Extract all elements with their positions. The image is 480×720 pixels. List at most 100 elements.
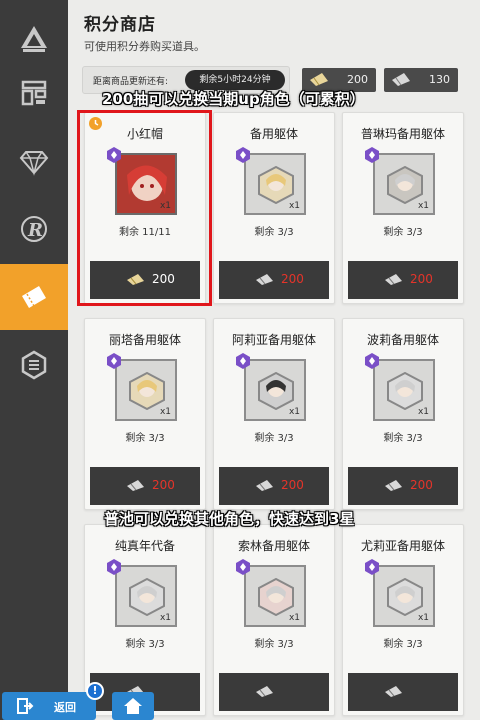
item-name: 阿莉亚备用躯体 — [231, 333, 316, 347]
item-name: 索林备用躯体 — [237, 539, 310, 553]
character-hex-icon — [387, 166, 423, 204]
item-stock: 剩余 3/3 — [383, 433, 423, 444]
shop-item-card[interactable]: 丽塔备用躯体 x1 剩余 3/3 200 — [84, 318, 206, 510]
item-portrait: x1 — [107, 559, 177, 627]
timer-label: 距离商品更新还有: — [93, 77, 169, 87]
shop-item-card[interactable]: 尤莉亚备用躯体 x1 剩余 3/3 — [342, 524, 464, 716]
item-quantity: x1 — [288, 201, 300, 211]
item-price: 200 — [152, 478, 175, 492]
sidebar-item-building[interactable] — [0, 60, 68, 126]
item-name: 波莉备用躯体 — [366, 333, 439, 347]
item-stock: 剩余 3/3 — [125, 639, 165, 650]
sidebar-item-r[interactable]: R — [0, 196, 68, 262]
item-portrait: x1 — [365, 353, 435, 421]
chip-icon — [256, 274, 273, 285]
item-quantity: x1 — [288, 407, 300, 417]
exit-icon — [17, 698, 34, 714]
item-stock: 剩余 3/3 — [383, 227, 423, 238]
character-hex-icon — [258, 372, 294, 410]
item-quantity: x1 — [417, 201, 429, 211]
currency-chip-value: 130 — [429, 73, 450, 86]
rarity-badge-icon — [107, 559, 121, 575]
item-name: 备用躯体 — [249, 127, 298, 141]
item-stock: 剩余 3/3 — [254, 433, 294, 444]
item-portrait: x1 — [236, 559, 306, 627]
chip-icon — [385, 480, 402, 491]
item-buy-button[interactable]: 200 — [348, 261, 458, 299]
page-subtitle: 可使用积分券购买道具。 — [84, 40, 205, 53]
building-icon — [21, 80, 47, 106]
tower-icon — [21, 26, 47, 52]
currency-chip: 130 — [384, 68, 458, 92]
back-label: 返回 — [54, 701, 76, 714]
rarity-badge-icon — [236, 353, 250, 369]
item-portrait: x1 — [365, 147, 435, 215]
item-quantity: x1 — [159, 613, 171, 623]
annotation-bottom: 普池可以兑换其他角色，快速达到3星 — [104, 510, 355, 528]
sidebar: R — [0, 0, 68, 720]
chip-icon — [385, 686, 402, 697]
rarity-badge-icon — [365, 147, 379, 163]
item-portrait: x1 — [236, 147, 306, 215]
chip-icon — [392, 73, 410, 86]
page-title: 积分商店 — [84, 15, 156, 35]
home-icon — [124, 698, 142, 714]
ticket-icon — [22, 286, 46, 308]
item-price: 200 — [410, 272, 433, 286]
sidebar-item-shop[interactable] — [0, 264, 68, 330]
diamond-icon — [19, 151, 49, 176]
annotation-top: 200抽可以兑换当期up角色（可累积） — [102, 90, 365, 108]
hex-badge-icon — [21, 350, 47, 380]
rarity-badge-icon — [107, 353, 121, 369]
item-stock: 剩余 3/3 — [254, 227, 294, 238]
currency-ticket-value: 200 — [347, 73, 368, 86]
timer-value: 剩余5小时24分钟 — [185, 70, 285, 90]
home-button[interactable] — [112, 692, 154, 720]
item-buy-button[interactable]: 200 — [219, 261, 329, 299]
item-portrait: x1 — [236, 353, 306, 421]
character-hex-icon — [258, 166, 294, 204]
item-buy-button[interactable]: 200 — [90, 467, 200, 505]
item-name: 普琳玛备用躯体 — [360, 127, 445, 141]
character-hex-icon — [129, 578, 165, 616]
chip-icon — [385, 274, 402, 285]
back-button[interactable]: 返回 — [2, 692, 96, 720]
shop-item-card[interactable]: 阿莉亚备用躯体 x1 剩余 3/3 200 — [213, 318, 335, 510]
character-hex-icon — [258, 578, 294, 616]
info-badge[interactable]: ! — [86, 682, 104, 700]
item-buy-button[interactable]: 200 — [219, 467, 329, 505]
rarity-badge-icon — [236, 147, 250, 163]
item-buy-button[interactable] — [348, 673, 458, 711]
item-quantity: x1 — [417, 407, 429, 417]
character-hex-icon — [387, 372, 423, 410]
rarity-badge-icon — [365, 353, 379, 369]
character-hex-icon — [387, 578, 423, 616]
r-logo-icon: R — [21, 216, 47, 242]
chip-icon — [256, 686, 273, 697]
rarity-badge-icon — [365, 559, 379, 575]
item-name: 尤莉亚备用躯体 — [360, 539, 445, 553]
app-root: R 积分商店 可使用积分券购买道具。 距离商品更新还有: 剩余5小时24分钟 2… — [0, 0, 480, 720]
item-portrait: x1 — [107, 353, 177, 421]
item-quantity: x1 — [288, 613, 300, 623]
ticket-icon — [310, 73, 328, 86]
svg-text:R: R — [27, 220, 43, 241]
item-quantity: x1 — [417, 613, 429, 623]
item-name: 纯真年代备 — [114, 539, 175, 553]
shop-item-card[interactable]: 波莉备用躯体 x1 剩余 3/3 200 — [342, 318, 464, 510]
shop-item-card[interactable]: 备用躯体 x1 剩余 3/3 200 — [213, 112, 335, 304]
item-stock: 剩余 3/3 — [125, 433, 165, 444]
item-buy-button[interactable]: 200 — [348, 467, 458, 505]
rarity-badge-icon — [236, 559, 250, 575]
chip-icon — [256, 480, 273, 491]
character-hex-icon — [129, 372, 165, 410]
item-buy-button[interactable] — [219, 673, 329, 711]
shop-item-card[interactable]: 普琳玛备用躯体 x1 剩余 3/3 200 — [342, 112, 464, 304]
highlight-box — [77, 110, 212, 306]
item-stock: 剩余 3/3 — [383, 639, 423, 650]
shop-item-card[interactable]: 索林备用躯体 x1 剩余 3/3 — [213, 524, 335, 716]
sidebar-item-hex[interactable] — [0, 332, 68, 398]
item-price: 200 — [281, 478, 304, 492]
chip-icon — [127, 480, 144, 491]
sidebar-item-diamond[interactable] — [0, 128, 68, 194]
